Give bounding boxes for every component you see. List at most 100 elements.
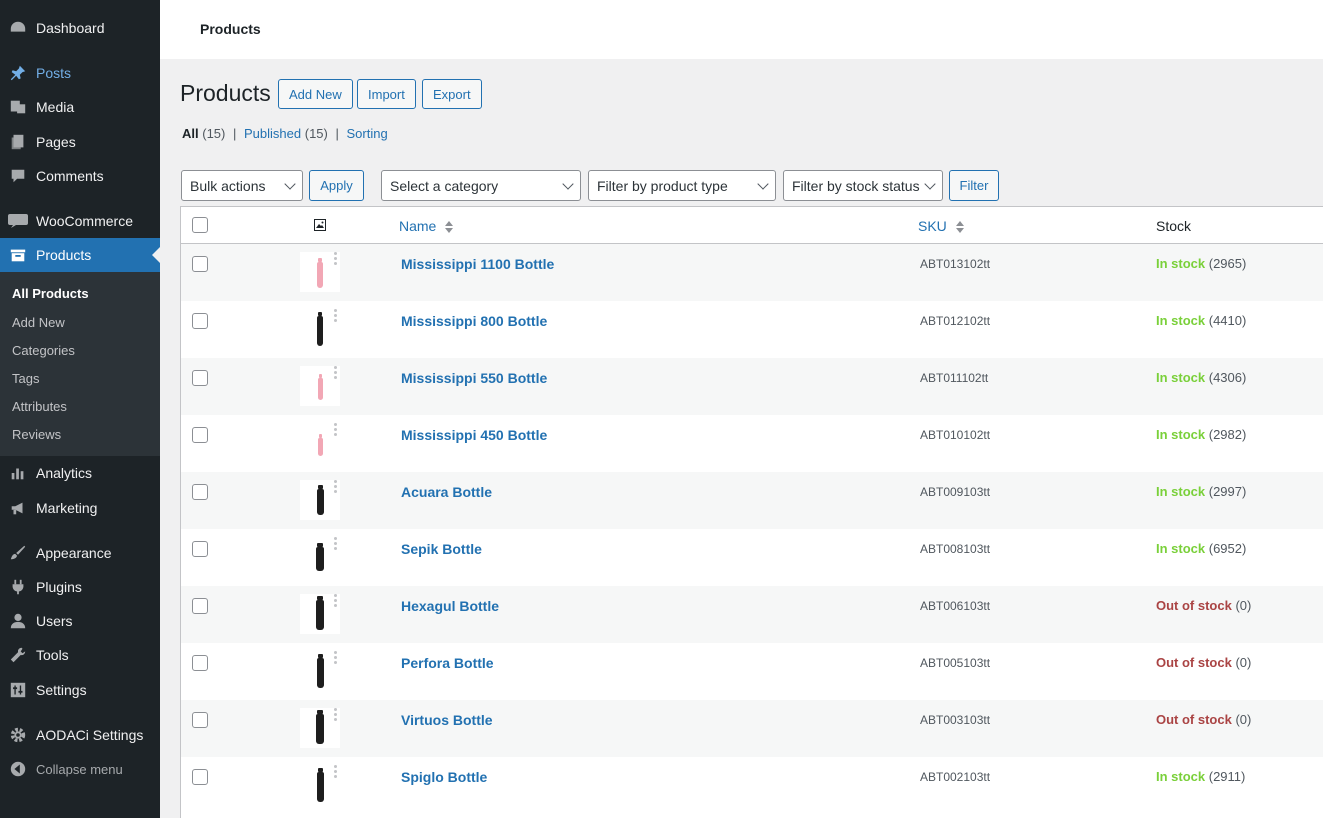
row-checkbox[interactable] <box>192 256 208 272</box>
sliders-icon <box>8 680 28 700</box>
export-button[interactable]: Export <box>422 79 482 109</box>
column-sku-label: SKU <box>918 218 947 234</box>
row-checkbox[interactable] <box>192 598 208 614</box>
menu-settings[interactable]: Settings <box>0 673 160 707</box>
stock-label: Out of stock <box>1156 598 1232 613</box>
plug-icon <box>8 577 28 597</box>
drag-handle-icon[interactable] <box>334 480 338 494</box>
menu-analytics[interactable]: Analytics <box>0 456 160 490</box>
view-published[interactable]: Published <box>244 126 301 141</box>
product-sku: ABT006103tt <box>920 599 991 613</box>
filter-button[interactable]: Filter <box>949 170 999 201</box>
menu-pages[interactable]: Pages <box>0 125 160 159</box>
bottle-image <box>317 258 323 288</box>
row-checkbox[interactable] <box>192 769 208 785</box>
drag-handle-icon[interactable] <box>334 708 338 722</box>
column-name[interactable]: Name <box>399 218 454 234</box>
drag-handle-icon[interactable] <box>334 423 338 437</box>
view-sorting[interactable]: Sorting <box>347 126 388 141</box>
product-name-link[interactable]: Mississippi 450 Bottle <box>401 427 547 443</box>
table-row: Acuara Bottle ABT009103tt In stock (2997) <box>181 472 1323 529</box>
product-name-link[interactable]: Virtuos Bottle <box>401 712 493 728</box>
menu-posts[interactable]: Posts <box>0 56 160 90</box>
menu-label: Appearance <box>36 545 112 561</box>
menu-label: Marketing <box>36 500 98 516</box>
pin-icon <box>8 63 28 83</box>
stock-status: Out of stock (0) <box>1156 712 1251 727</box>
drag-handle-icon[interactable] <box>334 765 338 779</box>
stock-label: In stock <box>1156 769 1206 784</box>
add-new-button[interactable]: Add New <box>278 79 353 109</box>
submenu-all-products[interactable]: All Products <box>12 286 89 301</box>
column-sku[interactable]: SKU <box>918 218 964 234</box>
menu-products[interactable]: Products <box>0 238 160 272</box>
menu-dashboard[interactable]: Dashboard <box>0 11 160 45</box>
drag-handle-icon[interactable] <box>334 594 338 608</box>
row-checkbox[interactable] <box>192 655 208 671</box>
select-all-checkbox[interactable] <box>192 217 208 233</box>
menu-collapse[interactable]: Collapse menu <box>0 752 160 786</box>
drag-handle-icon[interactable] <box>334 651 338 665</box>
bottle-image <box>316 596 324 630</box>
product-sku: ABT002103tt <box>920 770 991 784</box>
bulk-actions-select[interactable]: Bulk actions <box>181 170 303 201</box>
product-name-link[interactable]: Hexagul Bottle <box>401 598 499 614</box>
menu-woocommerce[interactable]: WooCommerce <box>0 204 160 238</box>
bottle-image <box>317 374 323 400</box>
submenu-attributes[interactable]: Attributes <box>12 399 67 414</box>
drag-handle-icon[interactable] <box>334 252 338 266</box>
table-row: Virtuos Bottle ABT003103tt Out of stock (0… <box>181 700 1323 757</box>
product-name-link[interactable]: Spiglo Bottle <box>401 769 487 785</box>
product-name-link[interactable]: Perfora Bottle <box>401 655 494 671</box>
apply-button[interactable]: Apply <box>309 170 364 201</box>
product-sku: ABT013102tt <box>920 257 991 271</box>
row-checkbox[interactable] <box>192 370 208 386</box>
stock-status: In stock (2982) <box>1156 427 1246 442</box>
product-name-link[interactable]: Sepik Bottle <box>401 541 482 557</box>
category-select[interactable]: Select a category <box>381 170 581 201</box>
submenu-tags[interactable]: Tags <box>12 371 39 386</box>
bottle-image <box>317 434 323 456</box>
product-name-link[interactable]: Mississippi 800 Bottle <box>401 313 547 329</box>
row-checkbox[interactable] <box>192 712 208 728</box>
drag-handle-icon[interactable] <box>334 537 338 551</box>
drag-handle-icon[interactable] <box>334 366 338 380</box>
import-button[interactable]: Import <box>357 79 416 109</box>
menu-plugins[interactable]: Plugins <box>0 570 160 604</box>
stock-quantity: (2982) <box>1208 427 1247 442</box>
menu-label: Products <box>36 247 92 263</box>
menu-appearance[interactable]: Appearance <box>0 536 160 570</box>
product-type-select[interactable]: Filter by product type <box>588 170 776 201</box>
table-row: Sepik Bottle ABT008103tt In stock (6952) <box>181 529 1323 586</box>
bottle-image <box>317 312 323 346</box>
product-sku: ABT011102tt <box>920 371 989 385</box>
row-checkbox[interactable] <box>192 484 208 500</box>
product-name-link[interactable]: Mississippi 550 Bottle <box>401 370 547 386</box>
menu-media[interactable]: Media <box>0 90 160 124</box>
drag-handle-icon[interactable] <box>334 309 338 323</box>
product-sku: ABT012102tt <box>920 314 991 328</box>
row-checkbox[interactable] <box>192 313 208 329</box>
menu-aodaci-settings[interactable]: AODACi Settings <box>0 718 160 752</box>
menu-users[interactable]: Users <box>0 604 160 638</box>
row-checkbox[interactable] <box>192 541 208 557</box>
stock-quantity: (2965) <box>1208 256 1247 271</box>
product-name-link[interactable]: Acuara Bottle <box>401 484 492 500</box>
product-sku: ABT009103tt <box>920 485 991 499</box>
view-all[interactable]: All <box>182 126 199 141</box>
row-checkbox[interactable] <box>192 427 208 443</box>
image-icon <box>314 219 326 234</box>
submenu-categories[interactable]: Categories <box>12 343 75 358</box>
stock-status-select[interactable]: Filter by stock status <box>783 170 943 201</box>
submenu-reviews[interactable]: Reviews <box>12 427 61 442</box>
stock-label: Out of stock <box>1156 655 1232 670</box>
submenu-add-new[interactable]: Add New <box>12 315 65 330</box>
stock-label: In stock <box>1156 370 1206 385</box>
chevron-down-icon <box>562 178 574 190</box>
stock-quantity: (4410) <box>1208 313 1247 328</box>
menu-comments[interactable]: Comments <box>0 159 160 193</box>
menu-tools[interactable]: Tools <box>0 638 160 672</box>
product-name-link[interactable]: Mississippi 1100 Bottle <box>401 256 554 272</box>
menu-marketing[interactable]: Marketing <box>0 491 160 525</box>
stock-quantity: (6952) <box>1208 541 1247 556</box>
